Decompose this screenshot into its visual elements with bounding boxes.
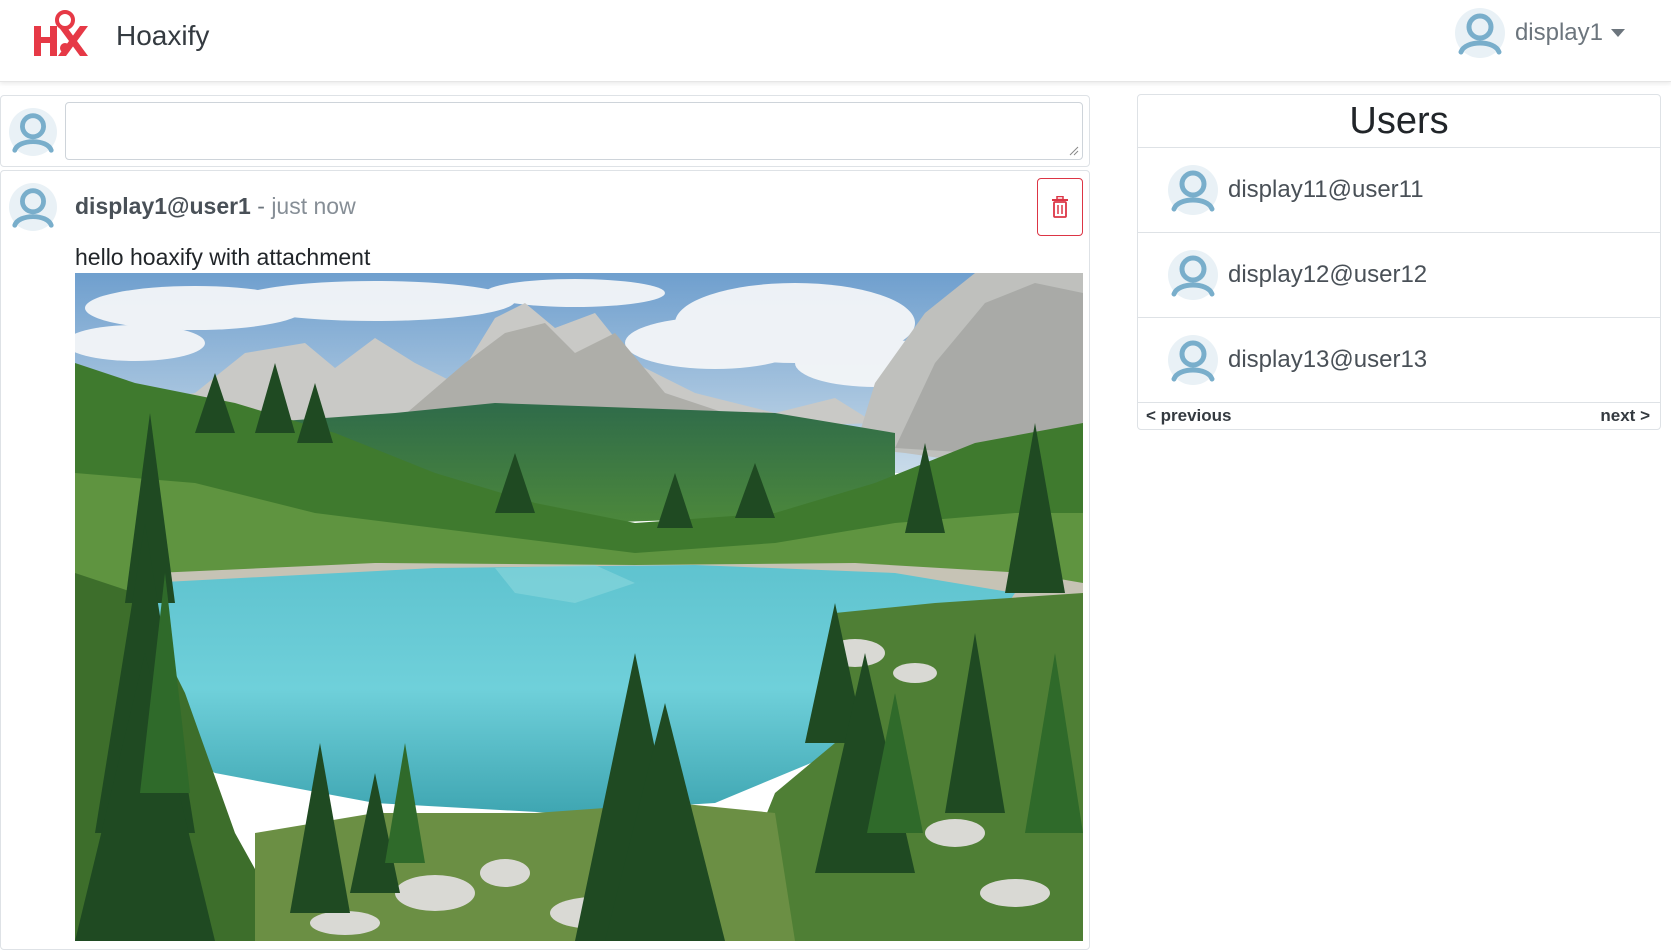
post-content: hello hoaxify with attachment [75,244,371,270]
hoax-post: display1@user1 - just now hello hoaxify … [0,170,1090,950]
navbar: Hoaxify display1 [0,0,1671,82]
delete-button[interactable] [1037,178,1083,236]
brand-name: Hoaxify [116,20,210,51]
attachment-image [75,273,1083,941]
user-label: display12@user12 [1228,261,1428,288]
user-list-item[interactable]: display12@user12 [1138,233,1660,318]
previous-page-link[interactable]: < previous [1146,406,1232,426]
users-title: Users [1138,95,1660,148]
next-page-link[interactable]: next > [1600,406,1650,426]
user-list-item[interactable]: display11@user11 [1138,148,1660,233]
users-card: Users display11@user11 display12@user12 … [1137,94,1661,430]
post-author-link[interactable]: display1@user1 [75,193,251,219]
user-list-item[interactable]: display13@user13 [1138,318,1660,403]
user-label: display11@user11 [1228,176,1424,203]
avatar-icon [1168,250,1218,300]
avatar-icon [1168,335,1218,385]
user-menu-dropdown[interactable]: display1 [1454,8,1625,58]
chevron-down-icon [1611,29,1625,37]
avatar-icon [9,108,57,156]
brand-link[interactable]: Hoaxify [32,8,209,64]
hoaxify-logo [34,10,88,56]
avatar-icon [1454,8,1505,58]
post-timestamp: just now [271,193,356,219]
resize-grip-icon[interactable] [1069,146,1079,156]
hoax-composer [0,95,1090,167]
trash-icon [1052,196,1068,218]
avatar-icon [1168,165,1218,215]
user-label: display13@user13 [1228,346,1428,373]
pagination: < previous next > [1138,403,1660,431]
post-separator: - [250,193,272,219]
avatar-icon [9,183,57,231]
hoax-textarea[interactable] [65,102,1083,160]
nav-username: display1 [1514,19,1603,46]
post-header: display1@user1 - just now [75,193,356,220]
